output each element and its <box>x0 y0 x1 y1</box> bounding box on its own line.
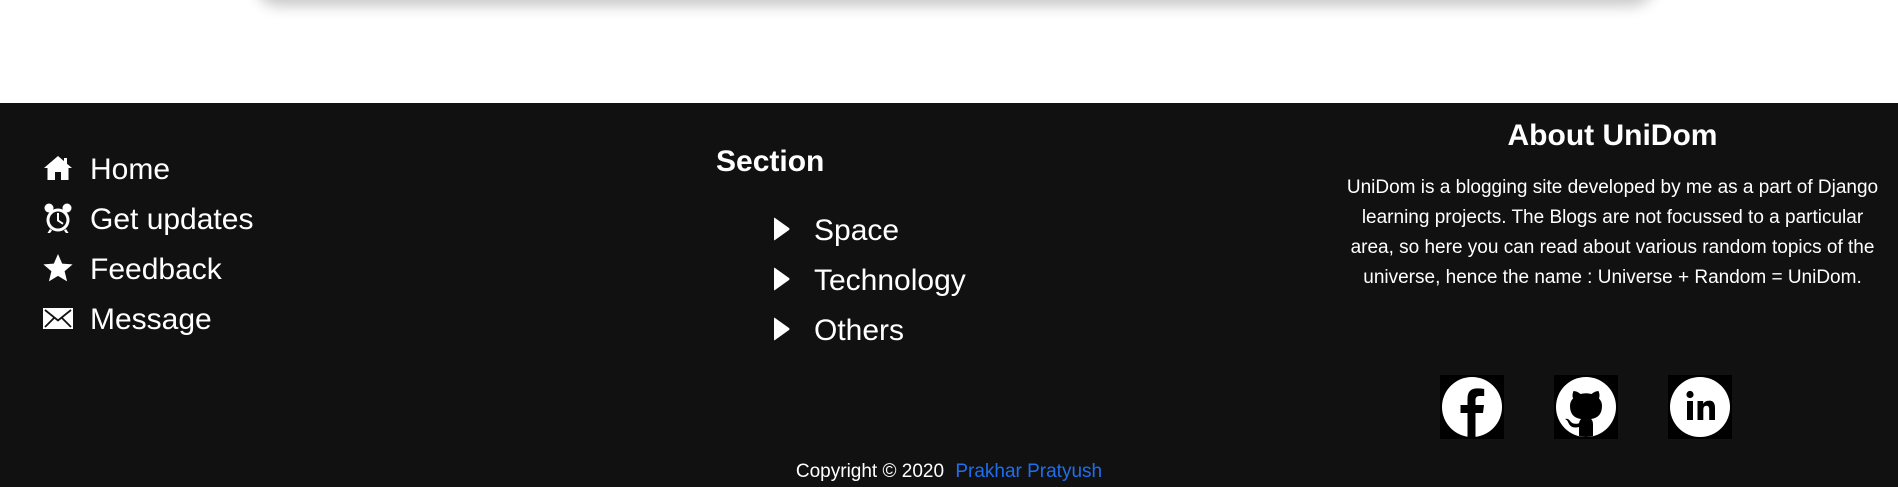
nav-item-feedback[interactable]: Feedback <box>42 245 253 295</box>
copyright-text: Copyright © 2020 <box>795 461 945 482</box>
copyright: Copyright © 2020 Prakhar Pratyush <box>0 461 1898 483</box>
nav-item-message[interactable]: Message <box>42 295 253 345</box>
about-description: UniDom is a blogging site developed by m… <box>1346 177 1879 288</box>
section-item-technology[interactable]: Technology <box>772 256 966 306</box>
envelope-icon <box>42 302 90 339</box>
linkedin-link[interactable] <box>1668 375 1732 439</box>
facebook-icon <box>1442 377 1502 437</box>
github-icon <box>1556 377 1616 437</box>
home-icon <box>42 152 90 189</box>
caret-right-icon <box>772 216 814 247</box>
caret-right-icon <box>772 266 814 297</box>
section-heading: Section <box>716 145 825 178</box>
github-link[interactable] <box>1554 375 1618 439</box>
caret-right-icon <box>772 316 814 347</box>
nav-item-label: Message <box>90 303 212 336</box>
section-item-label: Space <box>814 214 900 247</box>
author-link[interactable]: Prakhar Pratyush <box>955 461 1102 482</box>
section-item-space[interactable]: Space <box>772 206 966 256</box>
about-heading: About UniDom <box>1507 119 1718 152</box>
linkedin-icon <box>1670 377 1730 437</box>
nav-item-label: Home <box>90 153 171 186</box>
nav-item-get-updates[interactable]: Get updates <box>42 195 253 245</box>
nav-item-label: Feedback <box>90 253 222 286</box>
about-block: About UniDom UniDom is a blogging site d… <box>1345 119 1880 293</box>
nav-item-label: Get updates <box>90 203 254 236</box>
section-item-others[interactable]: Others <box>772 306 966 356</box>
footer-nav: Home Get updates Feedback Message <box>42 145 253 345</box>
section-item-label: Technology <box>814 264 966 297</box>
star-icon <box>42 252 90 289</box>
section-item-label: Others <box>814 314 905 347</box>
site-footer: Home Get updates Feedback Message Sectio… <box>0 103 1898 487</box>
section-list: Space Technology Others <box>772 206 966 356</box>
nav-item-home[interactable]: Home <box>42 145 253 195</box>
facebook-link[interactable] <box>1440 375 1504 439</box>
alarm-clock-icon <box>42 202 90 239</box>
